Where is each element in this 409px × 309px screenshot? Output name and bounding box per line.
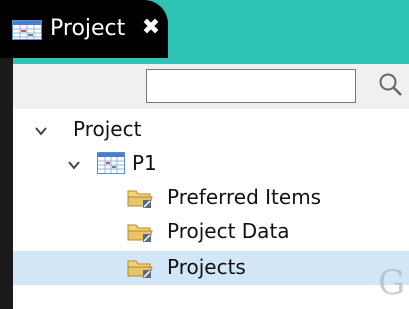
tree-node-project-data[interactable]: Project Data: [13, 215, 409, 249]
panel-left-border: [0, 58, 13, 309]
svg-text:G: G: [378, 263, 405, 302]
project-grid-icon: [97, 152, 125, 174]
tab-title: Project: [50, 16, 126, 41]
tree-node-preferred-items[interactable]: Preferred Items: [13, 181, 409, 215]
tree-node-label: Preferred Items: [167, 185, 322, 209]
tab-project[interactable]: Project ✖: [0, 0, 168, 58]
chevron-down-icon[interactable]: [66, 157, 82, 173]
search-input[interactable]: [146, 69, 356, 103]
project-grid-icon: [12, 20, 42, 40]
watermark-logo: G: [378, 263, 405, 302]
tree-node-label: P1: [132, 151, 157, 175]
tree-node-label: Project: [73, 117, 142, 141]
project-panel-window: Project ✖ Project P1 Preferred Items Pro…: [0, 0, 409, 309]
tree-node-label: Project Data: [167, 219, 290, 243]
tree-node-p1[interactable]: P1: [13, 147, 409, 181]
folder-icon: [127, 224, 153, 242]
tree-node-projects[interactable]: Projects: [13, 251, 409, 285]
chevron-down-icon[interactable]: [33, 123, 49, 139]
folder-icon: [127, 260, 153, 278]
search-icon[interactable]: [377, 71, 405, 99]
close-icon[interactable]: ✖: [140, 16, 162, 40]
tree-node-label: Projects: [167, 255, 246, 279]
tree-node-project[interactable]: Project: [13, 113, 409, 147]
folder-icon: [127, 190, 153, 208]
